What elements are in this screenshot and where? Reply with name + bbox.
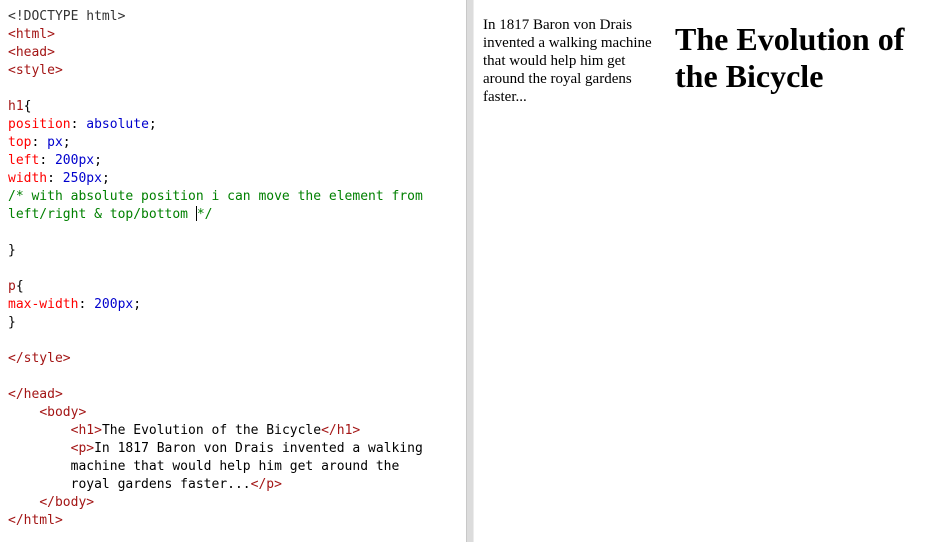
code-token: absolute xyxy=(86,117,149,132)
code-token: /* with absolute position i can move the… xyxy=(8,189,423,204)
code-line[interactable]: left: 200px; xyxy=(8,152,423,170)
code-line[interactable]: </body> xyxy=(8,494,423,512)
code-line[interactable] xyxy=(8,260,423,278)
code-line[interactable] xyxy=(8,332,423,350)
pane-splitter[interactable] xyxy=(466,0,474,542)
code-line[interactable]: p{ xyxy=(8,278,423,296)
code-token: 200px xyxy=(94,297,134,312)
code-token: left/right & top/bottom xyxy=(8,207,196,222)
code-token: <style> xyxy=(8,63,63,78)
code-line[interactable] xyxy=(8,368,423,386)
code-line[interactable]: royal gardens faster...</p> xyxy=(8,476,423,494)
code-token: machine that would help him get around t… xyxy=(8,459,400,474)
code-token: <!DOCTYPE html> xyxy=(8,9,126,24)
code-line[interactable]: top: px; xyxy=(8,134,423,152)
code-token: The Evolution of the Bicycle xyxy=(101,423,322,438)
code-token: 250px xyxy=(62,171,102,186)
code-token: : xyxy=(78,297,95,312)
code-token: <html> xyxy=(8,27,55,42)
preview-pane: In 1817 Baron von Drais invented a walki… xyxy=(475,0,937,542)
preview-paragraph: In 1817 Baron von Drais invented a walki… xyxy=(483,17,652,105)
code-editor[interactable]: <!DOCTYPE html> <html> <head> <style> h1{pos… xyxy=(8,8,423,530)
code-line[interactable] xyxy=(8,224,423,242)
code-token: <head> xyxy=(8,45,55,60)
code-token: </head> xyxy=(8,387,63,402)
code-token: <p> xyxy=(70,441,95,456)
code-token: { xyxy=(23,99,32,114)
code-token: <h1> xyxy=(70,423,102,438)
code-token: { xyxy=(15,279,24,294)
code-token: ; xyxy=(62,135,71,150)
code-token: ; xyxy=(133,297,142,312)
code-line[interactable]: /* with absolute position i can move the… xyxy=(8,188,423,206)
code-token: </style> xyxy=(8,351,71,366)
code-token: </h1> xyxy=(321,423,361,438)
code-line[interactable]: position: absolute; xyxy=(8,116,423,134)
code-token: ; xyxy=(148,117,157,132)
code-token: In 1817 Baron von Drais invented a walki… xyxy=(94,441,423,456)
code-token: position xyxy=(8,117,71,132)
code-line[interactable]: <html> xyxy=(8,26,423,44)
code-line[interactable]: } xyxy=(8,314,423,332)
code-line[interactable]: } xyxy=(8,242,423,260)
code-token: } xyxy=(8,315,16,330)
code-token: h1 xyxy=(8,99,24,114)
code-line[interactable]: </style> xyxy=(8,350,423,368)
code-token: */ xyxy=(196,207,213,222)
code-line[interactable] xyxy=(8,80,423,98)
code-editor-pane[interactable]: <!DOCTYPE html> <html> <head> <style> h1{pos… xyxy=(0,0,466,542)
code-token: </body> xyxy=(39,495,95,510)
code-token: <body> xyxy=(39,405,87,420)
code-token: left xyxy=(8,153,40,168)
code-token: top xyxy=(8,135,32,150)
code-token: ; xyxy=(101,171,110,186)
code-line[interactable]: <!DOCTYPE html> xyxy=(8,8,423,26)
code-token: royal gardens faster... xyxy=(8,477,251,492)
code-line[interactable]: <style> xyxy=(8,62,423,80)
code-token: 200px xyxy=(54,153,95,168)
code-line[interactable]: machine that would help him get around t… xyxy=(8,458,423,476)
code-token: : xyxy=(47,171,63,186)
code-token: </p> xyxy=(250,477,282,492)
code-token: width xyxy=(8,171,48,186)
preview-heading: The Evolution of the Bicycle xyxy=(675,21,905,94)
code-token: } xyxy=(8,243,16,258)
code-line[interactable]: width: 250px; xyxy=(8,170,423,188)
code-line[interactable]: <p>In 1817 Baron von Drais invented a wa… xyxy=(8,440,423,458)
code-line[interactable]: <h1>The Evolution of the Bicycle</h1> xyxy=(8,422,423,440)
code-token: px xyxy=(47,135,63,150)
code-line[interactable]: max-width: 200px; xyxy=(8,296,423,314)
code-token: </html> xyxy=(8,513,63,528)
code-line[interactable]: <body> xyxy=(8,404,423,422)
code-line[interactable]: <head> xyxy=(8,44,423,62)
code-token: : xyxy=(70,117,87,132)
code-line[interactable]: </head> xyxy=(8,386,423,404)
code-token: : xyxy=(39,153,55,168)
code-token: p xyxy=(8,279,16,294)
code-line[interactable]: left/right & top/bottom */ xyxy=(8,206,423,224)
code-line[interactable]: </html> xyxy=(8,512,423,530)
code-line[interactable]: h1{ xyxy=(8,98,423,116)
code-token: ; xyxy=(94,153,102,168)
code-token: max-width xyxy=(8,297,79,312)
code-token: : xyxy=(31,135,48,150)
